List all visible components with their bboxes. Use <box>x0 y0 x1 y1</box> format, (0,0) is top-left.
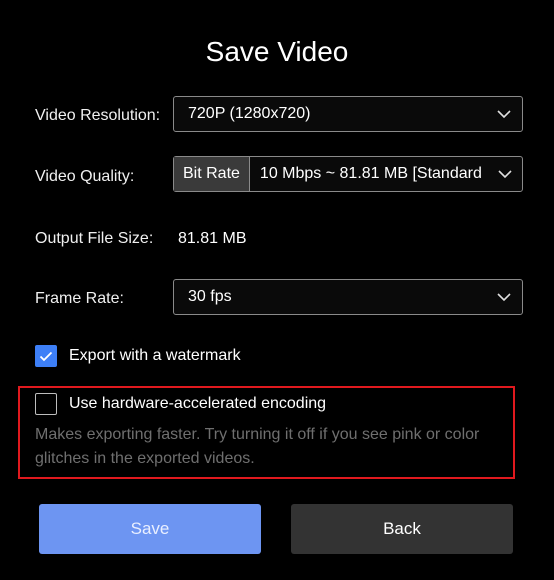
watermark-checkbox[interactable] <box>35 345 57 367</box>
output-file-size-value: 81.81 MB <box>178 230 247 247</box>
video-quality-label: Video Quality: <box>35 168 135 185</box>
hardware-encoding-checkbox[interactable] <box>35 393 57 415</box>
chevron-down-icon <box>486 97 522 131</box>
bit-rate-mode-button[interactable]: Bit Rate <box>174 157 250 191</box>
save-button[interactable]: Save <box>39 504 261 554</box>
video-resolution-value: 720P (1280x720) <box>188 105 311 122</box>
back-button[interactable]: Back <box>291 504 513 554</box>
frame-rate-dropdown[interactable]: 30 fps <box>173 279 523 315</box>
hardware-encoding-hint: Makes exporting faster. Try turning it o… <box>35 426 480 467</box>
dialog-title: Save Video <box>205 36 349 67</box>
video-resolution-label: Video Resolution: <box>35 107 161 124</box>
watermark-label[interactable]: Export with a watermark <box>69 345 241 367</box>
checkmark-icon <box>39 351 53 361</box>
chevron-down-icon[interactable] <box>488 157 522 191</box>
save-video-dialog: Save Video Video Resolution: 720P (1280x… <box>0 0 554 580</box>
video-quality-dropdown[interactable]: 10 Mbps ~ 81.81 MB [Standard <box>250 165 488 183</box>
frame-rate-label: Frame Rate: <box>35 290 124 307</box>
output-file-size-label: Output File Size: <box>35 230 154 247</box>
hardware-encoding-label[interactable]: Use hardware-accelerated encoding <box>69 393 326 415</box>
video-resolution-dropdown[interactable]: 720P (1280x720) <box>173 96 523 132</box>
frame-rate-value: 30 fps <box>188 288 232 305</box>
chevron-down-icon <box>486 280 522 314</box>
video-quality-control: Bit Rate 10 Mbps ~ 81.81 MB [Standard <box>173 156 523 192</box>
